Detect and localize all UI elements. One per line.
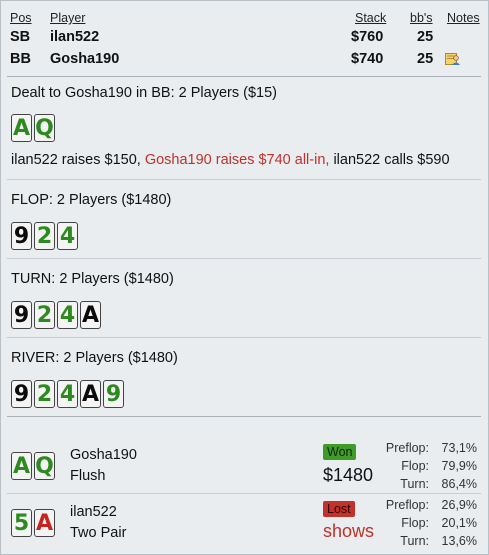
- note-person-icon[interactable]: [445, 52, 461, 66]
- playing-card: Q: [34, 452, 55, 480]
- player-name[interactable]: ilan522: [50, 29, 99, 45]
- playing-card: 2: [34, 301, 55, 329]
- equity-row: Preflop: 73,1%: [381, 439, 477, 457]
- player-bbs: 25: [417, 29, 434, 45]
- player-name[interactable]: Gosha190: [50, 51, 119, 67]
- divider: [7, 76, 481, 77]
- equity-value: 79,9%: [441, 459, 477, 473]
- header-stack[interactable]: Stack: [355, 11, 386, 25]
- equity-value: 86,4%: [441, 477, 477, 491]
- divider: [7, 493, 481, 494]
- preflop-title: Dealt to Gosha190 in BB: 2 Players ($15): [11, 85, 277, 101]
- header-notes[interactable]: Notes: [447, 11, 480, 25]
- playing-card: 4: [57, 380, 78, 408]
- river-cards: 924A9: [11, 380, 124, 408]
- action-call: ilan522 calls $590: [333, 152, 450, 168]
- divider: [7, 337, 481, 338]
- equity-value: 20,1%: [441, 516, 477, 530]
- equity-row: Flop: 79,9%: [381, 457, 477, 475]
- header-pos[interactable]: Pos: [10, 11, 32, 25]
- equity-value: 13,6%: [441, 534, 477, 548]
- result-hand: Flush: [70, 468, 106, 484]
- divider: [7, 416, 481, 417]
- playing-card: A: [34, 509, 55, 537]
- equity-value: 73,1%: [441, 441, 477, 455]
- playing-card: 9: [11, 222, 32, 250]
- playing-card: 9: [11, 380, 32, 408]
- equity-row: Turn: 86,4%: [381, 475, 477, 493]
- flop-title: FLOP: 2 Players ($1480): [11, 192, 172, 208]
- equity-street: Preflop:: [385, 441, 429, 455]
- equity-row: Flop: 20,1%: [381, 514, 477, 532]
- player-stack: $740: [351, 51, 384, 67]
- turn-cards: 924A: [11, 301, 101, 329]
- preflop-actions: ilan522 raises $150, Gosha190 raises $74…: [11, 152, 450, 168]
- header-bbs[interactable]: bb's: [410, 11, 433, 25]
- action-hero-allin: Gosha190 raises $740 all-in,: [144, 152, 334, 168]
- playing-card: 2: [34, 380, 55, 408]
- result-player-name[interactable]: Gosha190: [70, 447, 137, 463]
- result-cards: AQ: [11, 452, 55, 480]
- playing-card: 9: [103, 380, 124, 408]
- river-title: RIVER: 2 Players ($1480): [11, 350, 178, 366]
- player-stack: $760: [351, 29, 384, 45]
- playing-card: A: [80, 301, 101, 329]
- flop-cards: 924: [11, 222, 78, 250]
- playing-card: A: [11, 452, 32, 480]
- playing-card: 2: [34, 222, 55, 250]
- playing-card: 5: [11, 509, 32, 537]
- equity-street: Flop:: [401, 516, 429, 530]
- shows-label: shows: [323, 521, 375, 541]
- divider: [7, 179, 481, 180]
- won-badge: Won: [323, 444, 357, 460]
- player-pos: SB: [10, 29, 31, 45]
- equity-street: Turn:: [400, 534, 429, 548]
- turn-title: TURN: 2 Players ($1480): [11, 271, 174, 287]
- equity-value: 26,9%: [441, 498, 477, 512]
- won-amount: $1480: [323, 465, 374, 485]
- action-raise: ilan522 raises $150,: [11, 152, 145, 168]
- lost-badge: Lost: [323, 501, 355, 517]
- equity-row: Turn: 13,6%: [381, 532, 477, 550]
- result-player-name[interactable]: ilan522: [70, 504, 117, 520]
- equity-street: Flop:: [401, 459, 429, 473]
- hole-cards: AQ: [11, 114, 55, 142]
- equity-row: Preflop: 26,9%: [381, 496, 477, 514]
- result-cards: 5A: [11, 509, 55, 537]
- equity-street: Turn:: [400, 477, 429, 491]
- playing-card: Q: [34, 114, 55, 142]
- player-bbs: 25: [417, 51, 434, 67]
- divider: [7, 258, 481, 259]
- equity-stats: Preflop: 73,1% Flop: 79,9% Turn: 86,4%: [381, 439, 477, 493]
- player-pos: BB: [10, 51, 31, 67]
- playing-card: A: [80, 380, 101, 408]
- equity-street: Preflop:: [385, 498, 429, 512]
- result-hand: Two Pair: [70, 525, 127, 541]
- playing-card: 4: [57, 222, 78, 250]
- playing-card: 9: [11, 301, 32, 329]
- playing-card: 4: [57, 301, 78, 329]
- hand-history-panel: Pos Player Stack bb's Notes SB ilan522 $…: [0, 0, 489, 555]
- equity-stats: Preflop: 26,9% Flop: 20,1% Turn: 13,6%: [381, 496, 477, 550]
- header-player[interactable]: Player: [50, 11, 85, 25]
- playing-card: A: [11, 114, 32, 142]
